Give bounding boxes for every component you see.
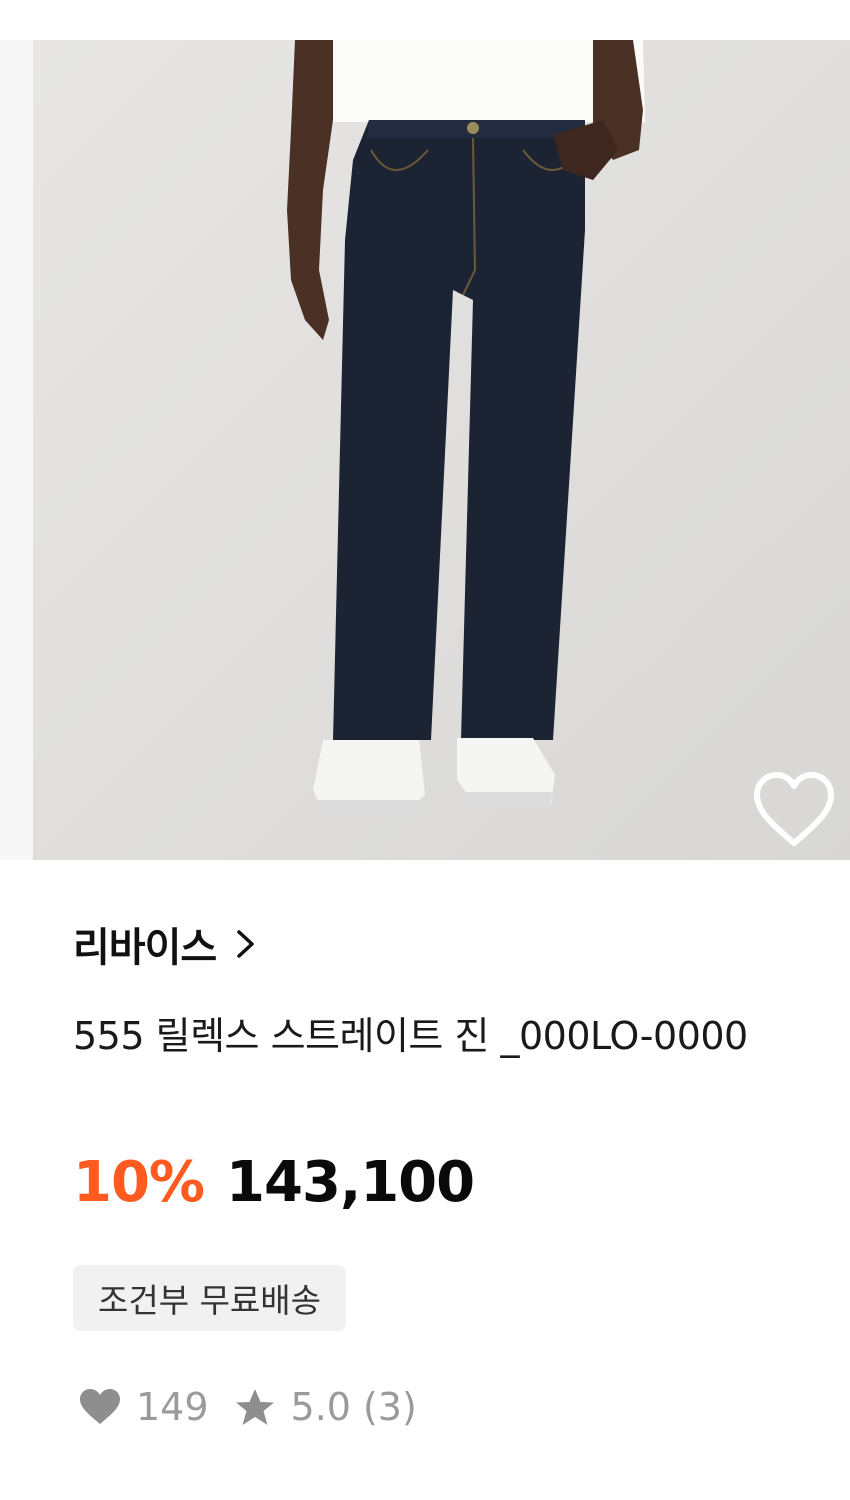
- rating-value: 5.0: [290, 1385, 351, 1429]
- brand-name: 리바이스: [73, 925, 217, 971]
- chevron-right-icon: [237, 930, 254, 958]
- product-title[interactable]: 555 릴렉스 스트레이트 진 _000LO-0000: [73, 1007, 793, 1065]
- likes-count: 149: [136, 1385, 209, 1429]
- jeans-illustration: [287, 40, 645, 815]
- price-row: 10% 143,100: [73, 1150, 475, 1215]
- brand-link[interactable]: 리바이스: [73, 915, 258, 973]
- sale-price: 143,100: [226, 1150, 475, 1215]
- heart-filled-icon: [80, 1389, 120, 1424]
- shipping-badge: 조건부 무료배송: [73, 1265, 347, 1331]
- star-icon: [235, 1389, 274, 1425]
- previous-image-edge: [0, 40, 33, 860]
- heart-outline-icon: [754, 772, 834, 846]
- shipping-badge-label: 조건부 무료배송: [98, 1281, 322, 1320]
- discount-rate: 10%: [73, 1150, 205, 1215]
- product-image[interactable]: [33, 40, 850, 860]
- stats-row: 149 5.0 (3): [78, 1385, 417, 1429]
- product-image-area[interactable]: [0, 40, 850, 860]
- review-count[interactable]: (3): [363, 1385, 417, 1429]
- wishlist-button[interactable]: [751, 770, 837, 852]
